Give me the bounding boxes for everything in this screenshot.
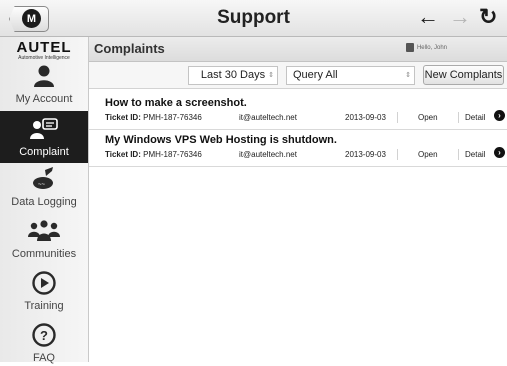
query-select[interactable]: Query All ⇕	[286, 66, 415, 85]
sidebar-item-complaint[interactable]: Complaint	[0, 111, 88, 163]
ticket-id-value: PMH-187-76346	[143, 150, 202, 159]
ticket-row[interactable]: My Windows VPS Web Hosting is shutdown. …	[89, 130, 507, 167]
divider	[397, 112, 398, 123]
ticket-title: My Windows VPS Web Hosting is shutdown.	[105, 134, 337, 146]
chevron-right-icon[interactable]: ›	[494, 147, 505, 158]
chevron-right-icon[interactable]: ›	[494, 110, 505, 121]
select-arrow-icon: ⇕	[268, 72, 274, 79]
content-header: Complaints Hello, John	[89, 37, 507, 62]
ticket-id-label: Ticket ID:	[105, 113, 141, 122]
ticket-status: Open	[418, 113, 438, 122]
communities-icon	[28, 220, 60, 241]
sidebar-item-label: Training	[24, 300, 64, 312]
select-arrow-icon: ⇕	[405, 72, 411, 79]
complaint-icon	[30, 118, 58, 139]
sidebar-item-label: Communities	[11, 248, 77, 260]
back-arrow-icon[interactable]: ←	[417, 5, 439, 29]
ticket-detail-link[interactable]: Detail	[465, 113, 485, 122]
ticket-id-value: PMH-187-76346	[143, 113, 202, 122]
sidebar: AUTEL Automotive Intelligence My Account…	[0, 37, 89, 364]
sidebar-item-label: Data Logging	[11, 196, 77, 208]
divider	[458, 112, 459, 123]
ticket-email: it@auteltech.net	[239, 113, 297, 122]
period-select-value: Last 30 Days	[200, 69, 266, 81]
ticket-title: How to make a screenshot.	[105, 97, 247, 109]
ticket-date: 2013-09-03	[345, 113, 386, 122]
sidebar-item-faq[interactable]: ? FAQ	[0, 319, 88, 366]
data-logging-icon: ~~	[33, 167, 53, 189]
ticket-id-label: Ticket ID:	[105, 150, 141, 159]
divider	[397, 149, 398, 160]
sidebar-item-label: FAQ	[32, 352, 55, 364]
user-icon	[405, 43, 414, 52]
query-select-value: Query All	[293, 69, 338, 81]
ticket-email: it@auteltech.net	[239, 150, 297, 159]
logo-brand: AUTEL	[16, 39, 72, 56]
user-greeting-text: Hello, John	[416, 44, 447, 51]
user-greeting: Hello, John	[405, 43, 447, 52]
svg-text:~~: ~~	[38, 182, 46, 188]
ticket-id: Ticket ID: PMH-187-76346	[105, 113, 202, 122]
question-icon: ?	[32, 323, 56, 347]
ticket-date: 2013-09-03	[345, 150, 386, 159]
sidebar-item-my-account[interactable]: My Account	[0, 57, 88, 114]
svg-text:?: ?	[40, 328, 48, 343]
sidebar-item-training[interactable]: Training	[0, 267, 88, 317]
sidebar-item-label: My Account	[15, 93, 73, 105]
filter-bar: Last 30 Days ⇕ Query All ⇕ New Complants	[89, 62, 507, 89]
new-complaint-button[interactable]: New Complants	[423, 65, 504, 85]
ticket-detail-link[interactable]: Detail	[465, 150, 485, 159]
divider	[458, 149, 459, 160]
page-title: Complaints	[94, 41, 165, 56]
sidebar-item-communities[interactable]: Communities	[0, 215, 88, 265]
period-select[interactable]: Last 30 Days ⇕	[188, 66, 278, 85]
ticket-id: Ticket ID: PMH-187-76346	[105, 150, 202, 159]
top-bar: M Support ← → ↻	[0, 0, 507, 37]
ticket-row[interactable]: How to make a screenshot. Ticket ID: PMH…	[89, 93, 507, 130]
user-icon	[34, 65, 54, 87]
sidebar-item-label: Complaint	[19, 146, 69, 158]
forward-arrow-icon[interactable]: →	[449, 5, 471, 29]
refresh-icon[interactable]: ↻	[479, 5, 497, 29]
ticket-status: Open	[418, 150, 438, 159]
play-icon	[32, 271, 56, 295]
sidebar-item-data-logging[interactable]: ~~ Data Logging	[0, 163, 88, 213]
